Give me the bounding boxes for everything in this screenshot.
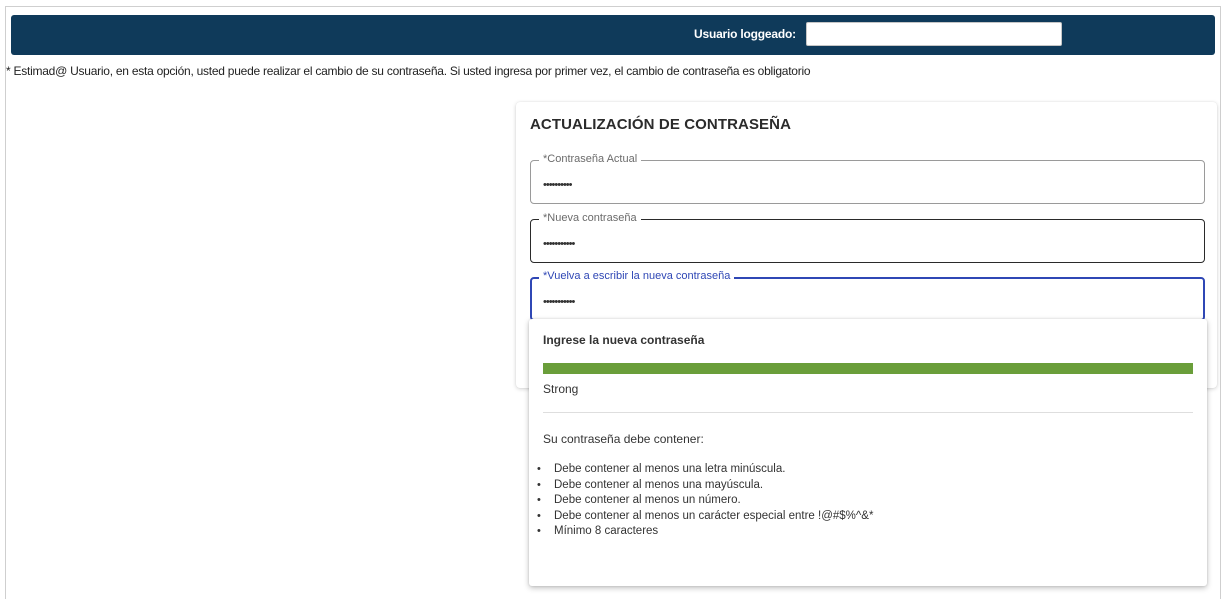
strength-meter xyxy=(543,363,1193,374)
logged-user-label: Usuario loggeado: xyxy=(694,27,796,41)
requirement-item: Debe contener al menos una letra minúscu… xyxy=(537,462,873,478)
new-password-value: ••••••••••• xyxy=(543,238,575,250)
requirement-item: Debe contener al menos un número. xyxy=(537,493,873,509)
requirement-item: Mínimo 8 caracteres xyxy=(537,524,873,540)
current-password-label: *Contraseña Actual xyxy=(539,153,642,165)
new-password-label: *Nueva contraseña xyxy=(539,212,641,224)
strength-meter-fill xyxy=(543,363,1193,374)
current-password-field[interactable]: *Contraseña Actual •••••••••• xyxy=(530,153,1205,204)
new-password-field[interactable]: *Nueva contraseña ••••••••••• xyxy=(530,212,1205,263)
confirm-password-field[interactable]: *Vuelva a escribir la nueva contraseña •… xyxy=(530,270,1205,321)
requirements-title: Su contraseña debe contener: xyxy=(543,432,704,446)
password-change-notice: * Estimad@ Usuario, en esta opción, uste… xyxy=(6,64,811,78)
current-password-value: •••••••••• xyxy=(543,179,572,191)
card-title: ACTUALIZACIÓN DE CONTRASEÑA xyxy=(530,116,792,133)
confirm-password-value: ••••••••••• xyxy=(543,296,575,308)
strength-label: Strong xyxy=(543,382,579,396)
requirement-item: Debe contener al menos una mayúscula. xyxy=(537,478,873,494)
popover-title: Ingrese la nueva contraseña xyxy=(543,333,705,347)
logged-user-field[interactable] xyxy=(806,22,1062,46)
requirement-item: Debe contener al menos un carácter espec… xyxy=(537,509,873,525)
confirm-password-label: *Vuelva a escribir la nueva contraseña xyxy=(539,270,735,282)
popover-divider xyxy=(543,412,1193,413)
requirements-list: Debe contener al menos una letra minúscu… xyxy=(537,462,873,540)
password-strength-popover xyxy=(529,319,1207,586)
